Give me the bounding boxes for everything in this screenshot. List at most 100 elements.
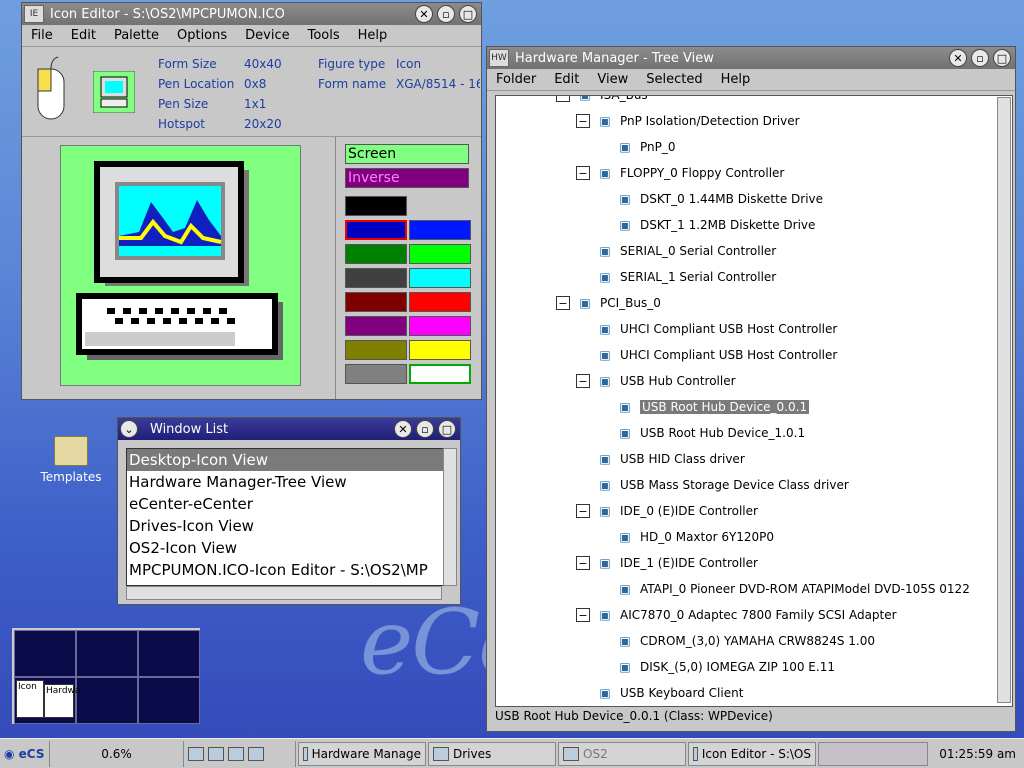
window-list-item[interactable]: MPCPUMON.ICO-Icon Editor - S:\OS2\MP [127, 559, 448, 581]
collapse-toggle[interactable]: − [576, 166, 590, 180]
tree-node[interactable]: ▣ PnP_0 [596, 136, 675, 158]
palette-color-swatch[interactable] [345, 220, 407, 240]
hardware-manager-titlebar[interactable]: HW Hardware Manager - Tree View ✕ ▫ □ [487, 47, 1015, 69]
tree-node[interactable]: ▣ UHCI Compliant USB Host Controller [576, 344, 837, 366]
tree-node[interactable]: − ▣ FLOPPY_0 Floppy Controller [576, 162, 784, 184]
window-list-horizontal-scrollbar[interactable] [126, 586, 442, 600]
task-icon-editor[interactable]: Icon Editor - S:\OS [688, 741, 816, 766]
device-tree[interactable]: − ▣ ISA_Bus − ▣ PnP Isolation/Detection Drive… [495, 95, 1013, 707]
pager-desktop-6[interactable] [138, 677, 200, 724]
collapse-toggle[interactable]: − [576, 504, 590, 518]
palette-color-swatch[interactable] [345, 292, 407, 312]
menu-folder[interactable]: Folder [487, 72, 545, 87]
menu-options[interactable]: Options [168, 28, 236, 43]
tree-node[interactable]: ▣ SERIAL_0 Serial Controller [576, 240, 776, 262]
tree-node[interactable]: ▣ ATAPI_0 Pioneer DVD-ROM ATAPIModel DVD-… [596, 578, 970, 600]
palette-color-swatch[interactable] [345, 364, 407, 384]
menu-device[interactable]: Device [236, 28, 298, 43]
minimize-button[interactable]: ▫ [416, 420, 434, 438]
tree-node[interactable]: − ▣ IDE_1 (E)IDE Controller [576, 552, 758, 574]
menu-selected[interactable]: Selected [637, 72, 711, 87]
tree-node[interactable]: ▣ SERIAL_1 Serial Controller [576, 266, 776, 288]
collapse-toggle[interactable]: − [556, 96, 570, 102]
window-list-item[interactable]: Desktop-Icon View [127, 449, 448, 471]
close-button[interactable]: ✕ [394, 420, 412, 438]
hardware-manager-system-menu-icon[interactable]: HW [489, 49, 509, 67]
cpu-monitor[interactable]: 0.6% [50, 740, 184, 767]
menu-view[interactable]: View [588, 72, 637, 87]
collapse-toggle[interactable]: − [576, 374, 590, 388]
task-hardware-manager[interactable]: Hardware Manage [298, 741, 426, 766]
icon-editor-system-menu-icon[interactable]: IE [24, 5, 44, 23]
tree-node[interactable]: ▣ HD_0 Maxtor 6Y120P0 [596, 526, 774, 548]
palette-color-swatch[interactable] [345, 196, 407, 216]
menu-palette[interactable]: Palette [105, 28, 168, 43]
window-list-listbox[interactable]: Desktop-Icon View Hardware Manager-Tree … [126, 448, 449, 586]
window-list-vertical-scrollbar[interactable] [443, 448, 457, 586]
tree-node[interactable]: − ▣ AIC7870_0 Adaptec 7800 Family SCSI Ada… [576, 604, 897, 626]
pager-desktop-3[interactable] [138, 630, 200, 677]
pager-desktop-5[interactable] [76, 677, 138, 724]
palette-color-swatch[interactable] [345, 244, 407, 264]
palette-color-swatch[interactable] [345, 340, 407, 360]
folder-icon[interactable] [248, 746, 264, 761]
task-drives[interactable]: Drives [428, 741, 556, 766]
palette-color-swatch[interactable] [345, 268, 407, 288]
menu-help[interactable]: Help [349, 28, 397, 43]
ecs-start-button[interactable]: ◉ eCS [0, 740, 50, 767]
collapse-toggle[interactable]: − [576, 608, 590, 622]
tree-node[interactable]: ▣ UHCI Compliant USB Host Controller [576, 318, 837, 340]
tree-node[interactable]: − ▣ PnP Isolation/Detection Driver [576, 110, 800, 132]
tree-node[interactable]: − ▣ USB Hub Controller [576, 370, 736, 392]
icon-editor-window[interactable]: IE Icon Editor - S:\OS2\MPCPUMON.ICO ✕ ▫… [21, 2, 482, 400]
drives-icon[interactable] [188, 746, 204, 761]
window-list-item[interactable]: OS2-Icon View [127, 537, 448, 559]
maximize-button[interactable]: □ [459, 5, 477, 23]
shredder-icon[interactable] [228, 746, 244, 761]
palette-color-swatch[interactable] [409, 364, 471, 384]
pager-desktop-1[interactable] [14, 630, 76, 677]
tree-node[interactable]: ▣ USB HID Class driver [576, 448, 744, 470]
window-list-titlebar[interactable]: ⌄ Window List ✕ ▫ □ [118, 418, 460, 440]
virtual-desktop-pager[interactable]: Icon Hardwa [12, 628, 200, 724]
system-setup-icon[interactable] [208, 746, 224, 761]
icon-editing-canvas[interactable] [60, 145, 301, 386]
collapse-toggle[interactable]: − [576, 114, 590, 128]
inverse-color-swatch[interactable]: Inverse [345, 168, 469, 188]
templates-folder-icon[interactable]: Templates [38, 436, 104, 484]
menu-tools[interactable]: Tools [299, 28, 349, 43]
tree-node[interactable]: − ▣ PCI_Bus_0 [556, 292, 661, 314]
maximize-button[interactable]: □ [993, 49, 1011, 67]
pager-desktop-2[interactable] [76, 630, 138, 677]
tree-node[interactable]: ▣ DSKT_1 1.2MB Diskette Drive [596, 214, 815, 236]
device-tree-vertical-scrollbar[interactable] [997, 97, 1011, 703]
palette-color-swatch[interactable] [409, 220, 471, 240]
close-button[interactable]: ✕ [949, 49, 967, 67]
close-button[interactable]: ✕ [415, 5, 433, 23]
collapse-toggle[interactable]: − [556, 296, 570, 310]
minimize-button[interactable]: ▫ [437, 5, 455, 23]
tree-node[interactable]: ▣ DSKT_0 1.44MB Diskette Drive [596, 188, 823, 210]
window-list-item[interactable]: eCenter-eCenter [127, 493, 448, 515]
palette-color-swatch[interactable] [409, 244, 471, 264]
tree-node[interactable]: ▣ DISK_(5,0) IOMEGA ZIP 100 E.11 [596, 656, 835, 678]
window-list-item[interactable]: Hardware Manager-Tree View [127, 471, 448, 493]
icon-editor-titlebar[interactable]: IE Icon Editor - S:\OS2\MPCPUMON.ICO ✕ ▫… [22, 3, 481, 25]
tree-node[interactable]: − ▣ ISA_Bus [556, 96, 648, 106]
palette-color-swatch[interactable] [345, 316, 407, 336]
tree-node[interactable]: ▣ USB Mass Storage Device Class driver [576, 474, 848, 496]
menu-help[interactable]: Help [712, 72, 760, 87]
palette-color-swatch[interactable] [409, 268, 471, 288]
menu-edit[interactable]: Edit [545, 72, 588, 87]
tree-node[interactable]: ▣ USB Keyboard Client [576, 682, 743, 704]
palette-color-swatch[interactable] [409, 316, 471, 336]
window-list-window[interactable]: ⌄ Window List ✕ ▫ □ Desktop-Icon View Ha… [117, 417, 461, 605]
palette-color-swatch[interactable] [409, 292, 471, 312]
menu-edit[interactable]: Edit [62, 28, 105, 43]
clock[interactable]: 01:25:59 am [939, 747, 1024, 761]
hardware-manager-window[interactable]: HW Hardware Manager - Tree View ✕ ▫ □ Fo… [486, 46, 1016, 732]
minimize-button[interactable]: ▫ [971, 49, 989, 67]
window-list-menu-button[interactable]: ⌄ [120, 420, 138, 438]
tree-node[interactable]: − ▣ IDE_0 (E)IDE Controller [576, 500, 758, 522]
menu-file[interactable]: File [22, 28, 62, 43]
